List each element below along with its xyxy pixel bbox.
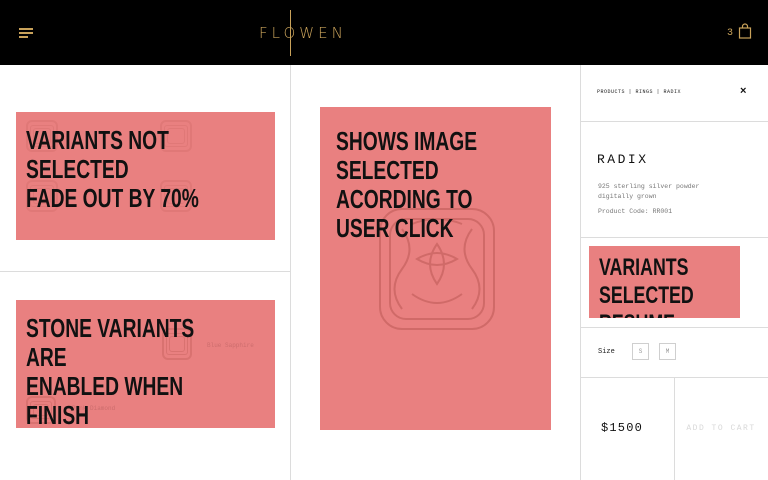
product-title: RADIX [597,152,649,167]
finish-variants-annotation: VARIANTS NOT SELECTED FADE OUT BY 70% [16,112,275,240]
image-note-text: SHOWS IMAGE SELECTED ACORDING TO USER CL… [336,126,478,243]
shopping-bag-icon[interactable] [738,23,752,39]
top-header: FLOWEN 3 [0,0,768,65]
panel-divider-3 [580,327,768,328]
close-icon[interactable]: × [740,85,746,97]
cart-count[interactable]: 3 [727,28,733,39]
product-code: Product Code: RR001 [598,208,673,215]
stone-variants-annotation: Blue Sapphire Pink Diamond STONE VARIANT… [16,300,275,428]
panel-divider-2 [580,237,768,238]
main-image-annotation: SHOWS IMAGE SELECTED ACORDING TO USER CL… [320,107,551,430]
brand-logo[interactable]: FLOWEN [259,24,347,44]
product-description: 925 sterling silver powder digitally gro… [598,183,700,200]
add-to-cart-button[interactable]: ADD TO CART [674,378,768,480]
selected-variants-annotation: VARIANTS SELECTED RESUME [589,246,740,318]
hamburger-menu-icon[interactable] [19,28,33,38]
finish-note-text: VARIANTS NOT SELECTED FADE OUT BY 70% [26,125,199,213]
column-divider-left [290,65,291,480]
column-divider-right [580,65,581,480]
size-option-s[interactable]: S [632,343,649,360]
stone-option-label-1[interactable]: Blue Sapphire [207,342,254,349]
panel-divider-1 [580,121,768,122]
stone-note-text: STONE VARIANTS ARE ENABLED WHEN FINISH I… [26,313,195,429]
size-option-m[interactable]: M [659,343,676,360]
breadcrumb[interactable]: PRODUCTS | RINGS | RADIX [597,89,681,95]
resume-note-text: VARIANTS SELECTED RESUME [599,254,694,318]
product-price: $1500 [601,421,644,435]
size-label: Size [598,348,615,356]
left-row-divider [0,271,290,272]
